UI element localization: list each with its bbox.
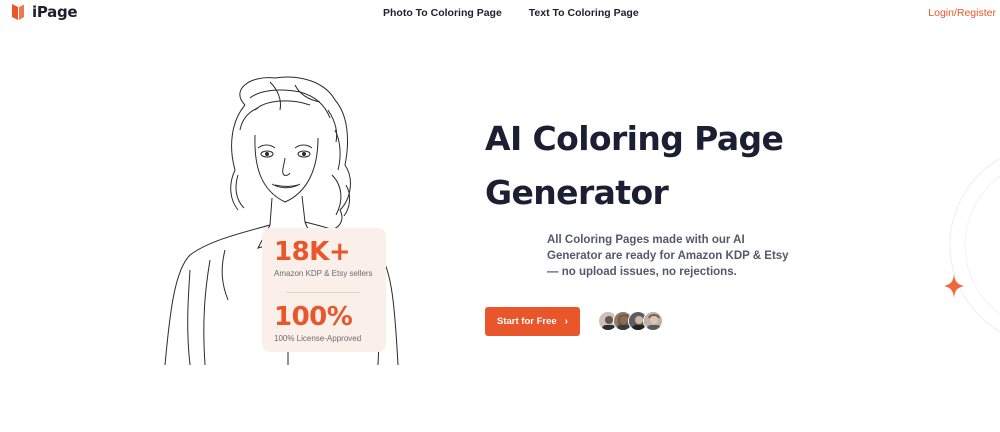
sparkle-icon xyxy=(944,274,964,298)
start-for-free-button[interactable]: Start for Free › xyxy=(485,307,580,336)
brand-name: iPage xyxy=(32,3,78,21)
chevron-right-icon: › xyxy=(564,316,568,327)
stat-label: Amazon KDP & Etsy sellers xyxy=(274,269,373,278)
stat-sellers: 18K+ Amazon KDP & Etsy sellers xyxy=(274,238,374,278)
nav-links: Photo To Coloring Page Text To Coloring … xyxy=(383,7,639,19)
hero-title: AI Coloring Page Generator xyxy=(485,112,815,220)
stat-value: 18K+ xyxy=(274,237,351,267)
decorative-rings xyxy=(944,157,1000,333)
stat-label: 100% License-Approved xyxy=(274,334,362,343)
hero-description: All Coloring Pages made with our AI Gene… xyxy=(547,234,789,278)
hero-title-line1: AI Coloring Page xyxy=(485,119,784,158)
user-avatars xyxy=(598,311,663,331)
stats-card: 18K+ Amazon KDP & Etsy sellers 100% 100%… xyxy=(262,228,386,352)
cta-label: Start for Free xyxy=(497,316,557,327)
stat-license: 100% 100% License-Approved xyxy=(274,303,374,343)
avatar xyxy=(643,311,663,331)
nav-link-photo-to-coloring[interactable]: Photo To Coloring Page xyxy=(383,7,502,19)
nav-link-text-to-coloring[interactable]: Text To Coloring Page xyxy=(529,7,639,19)
brand-logo[interactable]: iPage xyxy=(10,3,78,21)
top-nav: iPage Photo To Coloring Page Text To Col… xyxy=(0,0,1000,26)
login-register-link[interactable]: Login/Register xyxy=(928,7,996,19)
brand-logo-icon xyxy=(12,4,24,20)
hero-title-line2: Generator xyxy=(485,173,669,212)
stat-value: 100% xyxy=(274,302,353,332)
stat-divider xyxy=(286,292,360,293)
